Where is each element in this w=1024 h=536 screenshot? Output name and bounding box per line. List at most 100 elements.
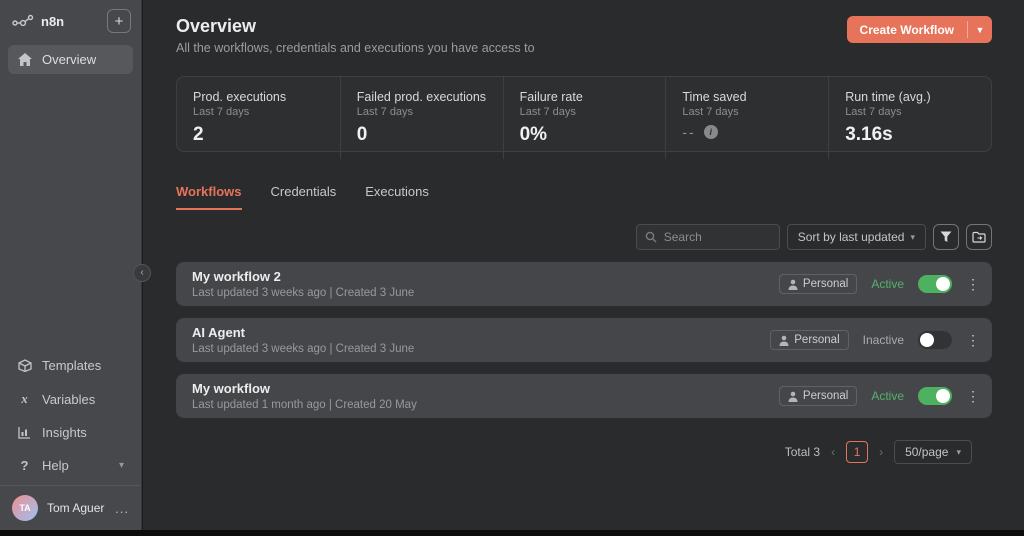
stat-label: Prod. executions [193,90,324,104]
stats-panel: Prod. executions Last 7 days 2 Failed pr… [176,76,992,152]
next-page-icon[interactable]: › [879,445,883,459]
filter-button[interactable] [933,224,959,250]
chevron-down-icon: ▾ [119,460,124,471]
person-icon [779,335,789,346]
create-workflow-button[interactable]: Create Workflow ▼ [847,16,992,43]
chevron-down-icon: ▾ [956,447,961,458]
folder-arrow-icon [972,231,986,243]
sidebar-bottom: Templates x Variables Insights ? Help ▾ [0,348,141,485]
page-subtitle: All the workflows, credentials and execu… [176,41,992,55]
owner-label: Personal [803,390,848,402]
tab-credentials[interactable]: Credentials [271,184,337,210]
workflow-name: AI Agent [192,325,770,340]
active-toggle[interactable] [918,331,952,349]
add-workflow-button[interactable]: + [107,9,131,33]
workflow-actions: Personal Inactive ⋮ [770,330,976,350]
owner-badge: Personal [779,386,857,406]
sidebar-item-label: Variables [42,392,95,407]
stat-label: Run time (avg.) [845,90,975,104]
stat-value-text: -- [682,124,695,140]
stat-label: Failed prod. executions [357,90,487,104]
kebab-menu-icon[interactable]: ⋮ [966,277,976,291]
stat-label: Time saved [682,90,812,104]
workflow-actions: Personal Active ⋮ [779,274,976,294]
filter-icon [940,231,952,243]
info-icon[interactable]: i [704,125,718,139]
toggle-knob [920,333,934,347]
kebab-menu-icon[interactable]: ⋮ [966,333,976,347]
pagination: Total 3 ‹ 1 › 50/page ▾ [176,440,992,464]
search-box[interactable] [636,224,780,250]
tab-workflows[interactable]: Workflows [176,184,242,210]
stat-period: Last 7 days [520,106,650,118]
tab-executions[interactable]: Executions [365,184,429,210]
sidebar-item-help[interactable]: ? Help ▾ [8,450,133,481]
sidebar-item-label: Insights [42,425,87,440]
workflow-row[interactable]: My workflow Last updated 1 month ago | C… [176,374,992,418]
help-icon: ? [17,458,32,473]
sidebar-item-label: Overview [42,52,96,67]
pagination-total: Total 3 [785,445,820,459]
sort-label: Sort by last updated [798,230,905,244]
workflow-meta: Last updated 3 weeks ago | Created 3 Jun… [192,287,779,299]
sidebar-item-templates[interactable]: Templates [8,350,133,381]
n8n-logo-icon [12,14,34,28]
sidebar-item-insights[interactable]: Insights [8,417,133,448]
stat-period: Last 7 days [193,106,324,118]
prev-page-icon[interactable]: ‹ [831,445,835,459]
stat-label: Failure rate [520,90,650,104]
workflow-name: My workflow 2 [192,269,779,284]
owner-label: Personal [794,334,839,346]
active-toggle[interactable] [918,387,952,405]
workflow-actions: Personal Active ⋮ [779,386,976,406]
workflow-row[interactable]: My workflow 2 Last updated 3 weeks ago |… [176,262,992,306]
stat-failed-executions: Failed prod. executions Last 7 days 0 [340,77,503,159]
person-icon [788,279,798,290]
folders-button[interactable] [966,224,992,250]
workflow-list: My workflow 2 Last updated 3 weeks ago |… [176,262,992,418]
sidebar-item-variables[interactable]: x Variables [8,383,133,415]
stat-time-saved: Time saved Last 7 days -- i [665,77,828,159]
sort-dropdown[interactable]: Sort by last updated ▾ [787,224,926,250]
stat-period: Last 7 days [845,106,975,118]
stat-value: 0 [357,124,487,146]
search-input[interactable] [664,230,771,244]
page-size-dropdown[interactable]: 50/page ▾ [894,440,972,464]
chevron-down-icon[interactable]: ▼ [968,16,992,43]
workflow-name: My workflow [192,381,779,396]
status-label: Inactive [863,333,904,347]
active-toggle[interactable] [918,275,952,293]
owner-label: Personal [803,278,848,290]
current-page-button[interactable]: 1 [846,441,868,463]
sidebar-collapse-button[interactable]: ‹ [133,264,151,282]
logo-row: n8n + [0,0,141,41]
toggle-knob [936,389,950,403]
user-row[interactable]: TA Tom Aguer ... [0,485,141,530]
stat-run-time: Run time (avg.) Last 7 days 3.16s [828,77,991,159]
variables-icon: x [17,391,32,407]
workflow-meta: Last updated 3 weeks ago | Created 3 Jun… [192,343,770,355]
sidebar-item-overview[interactable]: Overview [8,45,133,74]
owner-badge: Personal [779,274,857,294]
stat-value: 3.16s [845,124,975,146]
create-workflow-label[interactable]: Create Workflow [847,16,967,43]
owner-badge: Personal [770,330,848,350]
person-icon [788,391,798,402]
workflow-info: AI Agent Last updated 3 weeks ago | Crea… [192,325,770,355]
workflow-info: My workflow 2 Last updated 3 weeks ago |… [192,269,779,299]
sidebar-item-label: Templates [42,358,101,373]
kebab-menu-icon[interactable]: ⋮ [966,389,976,403]
tab-bar: Workflows Credentials Executions [176,184,992,210]
user-menu-icon[interactable]: ... [115,501,129,516]
toggle-knob [936,277,950,291]
sidebar-item-label: Help [42,458,69,473]
list-controls: Sort by last updated ▾ [176,224,992,250]
status-label: Active [871,277,904,291]
bottom-strip [0,530,1024,536]
stat-value: -- i [682,124,812,140]
app-title: n8n [41,14,107,29]
main-content: Overview All the workflows, credentials … [143,0,1024,530]
stat-prod-executions: Prod. executions Last 7 days 2 [177,77,340,159]
user-name: Tom Aguer [47,501,106,515]
workflow-row[interactable]: AI Agent Last updated 3 weeks ago | Crea… [176,318,992,362]
